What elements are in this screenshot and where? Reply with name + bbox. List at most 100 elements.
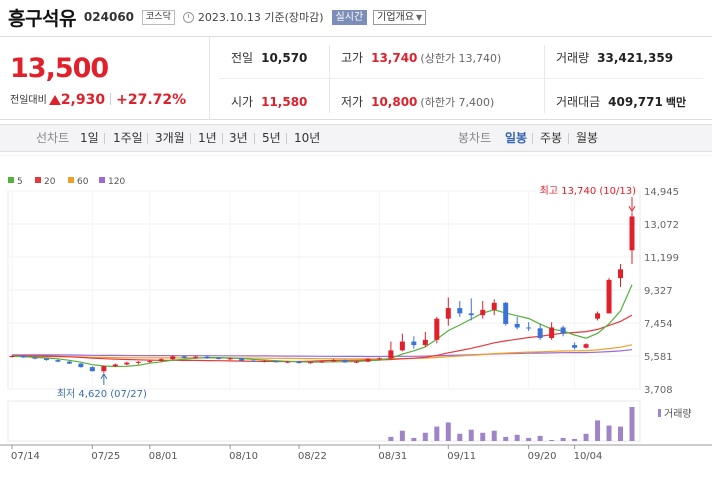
candle-body xyxy=(216,358,222,360)
stat-prev: 전일 10,570 xyxy=(231,43,307,73)
stat-value: 13,740 xyxy=(371,51,418,65)
volume-bar xyxy=(411,437,417,441)
divider xyxy=(568,133,569,144)
x-tick-label: 08/01 xyxy=(149,451,178,462)
company-info-label: 기업개요 xyxy=(377,11,414,23)
company-info-dropdown[interactable]: 기업개요 ▼ xyxy=(373,9,427,25)
up-triangle-icon xyxy=(48,95,61,105)
volume-bar xyxy=(583,433,589,441)
stock-name: 흥구석유 xyxy=(8,7,76,30)
candle-body xyxy=(319,361,325,363)
candle-body xyxy=(595,313,601,319)
volume-bar xyxy=(560,437,566,441)
divider xyxy=(147,133,148,144)
volume-label: 거래량 xyxy=(664,408,692,420)
divider xyxy=(544,45,545,113)
candle-body xyxy=(330,360,336,362)
candle-chart-label: 봉차트 xyxy=(458,131,492,145)
legend-label: 60 xyxy=(77,177,89,187)
candle-body xyxy=(457,308,463,314)
tab-5y[interactable]: 5년 xyxy=(262,125,281,151)
candle-body xyxy=(250,360,256,362)
ma-120-line xyxy=(12,349,633,358)
stat-label: 시가 xyxy=(231,95,254,109)
stat-value: 10,800 xyxy=(371,95,418,109)
tab-10y[interactable]: 10년 xyxy=(294,125,320,151)
y-tick-label: 11,199 xyxy=(644,253,679,264)
volume-bar xyxy=(629,407,635,441)
candle-body xyxy=(618,269,624,279)
volume-bar xyxy=(399,430,405,441)
stat-value: 409,771 xyxy=(608,95,663,109)
stat-label: 고가 xyxy=(341,51,364,65)
volume-bar xyxy=(537,435,543,441)
volume-bar xyxy=(514,434,520,441)
candle-body xyxy=(193,356,199,358)
realtime-button[interactable]: 실시간 xyxy=(331,9,368,25)
tab-1y[interactable]: 1년 xyxy=(198,125,217,151)
candle-body xyxy=(43,358,49,361)
clock-icon xyxy=(182,11,194,23)
volume-bar xyxy=(468,429,474,441)
high-annotation: 최고 13,740 (10/13) xyxy=(540,185,636,197)
ma-5-line xyxy=(11,284,633,368)
candle-body xyxy=(101,366,107,372)
candle-body xyxy=(549,327,555,339)
candle-body xyxy=(112,364,118,367)
tab-3y[interactable]: 3년 xyxy=(229,125,248,151)
volume-bar xyxy=(445,422,451,441)
stat-amount: 거래대금 409,771 백만 xyxy=(556,87,686,117)
market-badge: 코스닥 xyxy=(142,9,175,25)
volume-bar xyxy=(457,433,463,441)
stock-chart[interactable]: 5 20 60 120 14,945 13,072 11,199 9,327 7,454 5,58… xyxy=(0,154,712,487)
x-tick-label: 08/22 xyxy=(298,451,327,462)
low-annotation: 최저 4,620 (07/27) xyxy=(57,388,147,400)
candle-body xyxy=(572,345,578,348)
candle-body xyxy=(66,361,72,364)
candle-body xyxy=(480,309,486,316)
stat-high: 고가 13,740 (상한가 13,740) xyxy=(341,43,501,73)
y-tick-label: 5,581 xyxy=(644,352,673,363)
candle-body xyxy=(468,313,474,316)
price-change: 전일대비 2,930 +27.72% xyxy=(10,91,186,108)
candle-body xyxy=(9,356,15,358)
tab-3m[interactable]: 3개월 xyxy=(155,125,185,151)
candle-body xyxy=(124,362,130,365)
divider xyxy=(532,133,533,144)
tab-monthly[interactable]: 월봉 xyxy=(576,125,598,151)
candle-body xyxy=(583,344,589,348)
stat-label: 전일 xyxy=(231,51,254,65)
divider xyxy=(254,133,255,144)
tab-daily[interactable]: 일봉 xyxy=(505,125,527,151)
volume-bar xyxy=(491,430,497,441)
divider xyxy=(190,133,191,144)
price-summary: 13,500 전일대비 2,930 +27.72% 전일 10,570 고가 13,74… xyxy=(0,36,712,120)
candlestick-chart[interactable]: 5 20 60 120 14,945 13,072 11,199 9,327 7,454 5,58… xyxy=(0,154,712,487)
divider xyxy=(104,133,105,144)
candle-body xyxy=(606,279,612,314)
x-tick-label: 09/20 xyxy=(528,451,557,462)
change-percent: +27.72% xyxy=(116,92,187,108)
stat-value: 10,570 xyxy=(261,51,308,65)
tab-1d[interactable]: 1일 xyxy=(80,125,99,151)
y-tick-label: 13,072 xyxy=(644,220,679,231)
candle-body xyxy=(526,327,532,329)
candle-body xyxy=(78,363,84,368)
stat-open: 시가 11,580 xyxy=(231,87,307,117)
tab-1w[interactable]: 1주일 xyxy=(113,125,143,151)
stock-code: 024060 xyxy=(83,10,135,24)
chevron-down-icon: ▼ xyxy=(415,12,423,22)
current-price-box: 13,500 전일대비 2,930 +27.72% xyxy=(0,37,210,120)
base-date: 2023.10.13 기준(장마감) xyxy=(197,11,324,24)
amount-unit: 백만 xyxy=(665,96,687,109)
y-tick-label: 14,945 xyxy=(644,187,679,198)
candle-body xyxy=(308,362,314,364)
tab-weekly[interactable]: 주봉 xyxy=(540,125,562,151)
ma-20-line xyxy=(11,314,633,363)
stat-label: 거래대금 xyxy=(556,95,601,109)
volume-bar xyxy=(572,438,578,441)
stat-value: 33,421,359 xyxy=(597,51,674,65)
current-price: 13,500 xyxy=(10,53,109,84)
candle-body xyxy=(273,360,279,363)
divider xyxy=(222,133,223,144)
